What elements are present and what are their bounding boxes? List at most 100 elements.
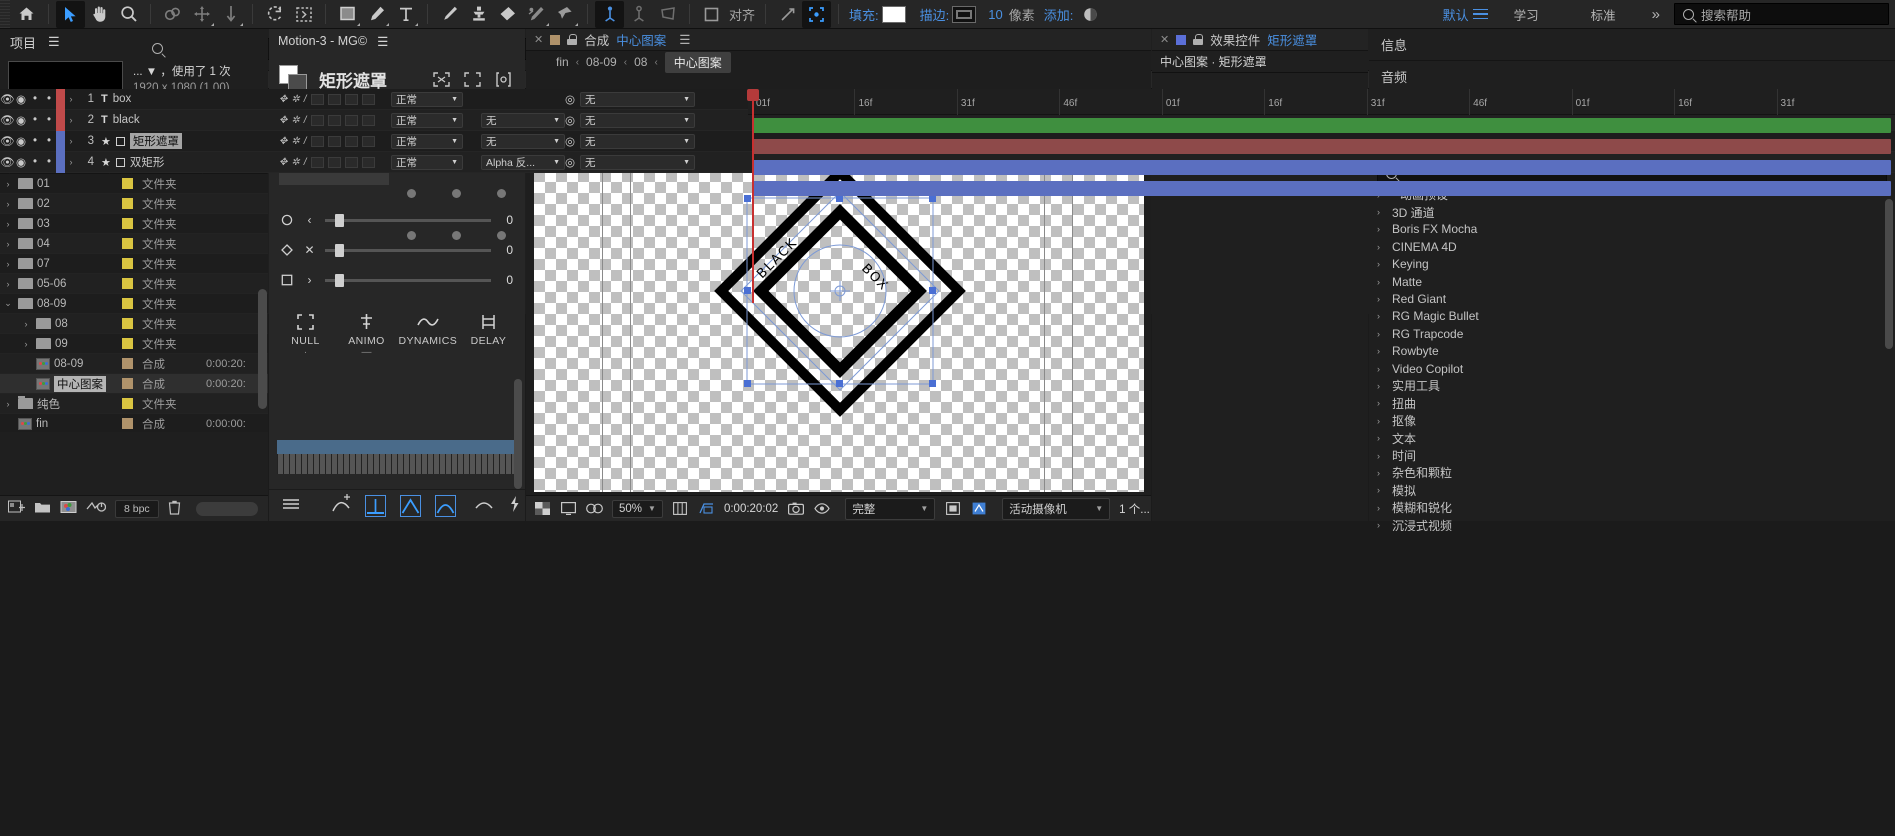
layer-lock-toggle[interactable]: •	[42, 156, 56, 168]
effects-preset-item[interactable]: › CINEMA 4D	[1369, 238, 1895, 255]
effects-preset-item[interactable]: › Rowbyte	[1369, 343, 1895, 360]
label-color-chip[interactable]	[122, 398, 133, 409]
layer-audio-toggle[interactable]: ◉	[14, 155, 28, 169]
camera-view-select[interactable]: 活动摄像机 ▼	[1002, 497, 1111, 520]
project-settings-icon[interactable]	[86, 500, 107, 517]
layer-visibility-toggle[interactable]: 👁	[0, 134, 15, 148]
layer-switches[interactable]: ✥ ✲ /	[279, 114, 391, 126]
motion-menu-icon[interactable]	[281, 497, 301, 514]
project-footer-slider[interactable]	[195, 501, 258, 516]
layer-parent[interactable]: ◎ 无 ▼	[565, 91, 695, 107]
home-icon[interactable]	[12, 1, 41, 28]
layer-lock-toggle[interactable]: •	[42, 114, 56, 126]
effects-preset-item[interactable]: › Boris FX Mocha	[1369, 221, 1895, 238]
disclosure-triangle[interactable]: ›	[20, 339, 32, 349]
layer-lock-toggle[interactable]: •	[42, 93, 56, 105]
workspace-default[interactable]: 默认	[1443, 5, 1469, 24]
effects-presets-list[interactable]: ›* 动画预设›3D 通道›Boris FX Mocha›CINEMA 4D›K…	[1369, 186, 1895, 531]
motion-null-button[interactable]: NULL ·	[277, 309, 335, 358]
comp-monitor-icon[interactable]	[560, 501, 577, 516]
close-icon[interactable]: ✕	[534, 33, 543, 46]
switch-cell[interactable]	[344, 93, 358, 105]
layer-name[interactable]: Tbox	[101, 93, 279, 105]
timeline-layer-bar[interactable]	[752, 118, 1891, 133]
project-item-list[interactable]: › 01 文件夹 › 02 文件夹 › 03 文件夹 › 04 文件夹 › 07 文件夹 › 05-06 文件夹 ⌄…	[0, 174, 268, 432]
switch-cell[interactable]	[344, 156, 358, 168]
collapse-transform-icon[interactable]: ✥	[279, 115, 287, 126]
disclosure-triangle[interactable]: ›	[2, 259, 14, 269]
camera-dolly-icon[interactable]	[653, 1, 682, 28]
switch-cell[interactable]	[361, 114, 375, 126]
project-item-row[interactable]: 08-09 合成 0:00:20:	[0, 354, 268, 374]
motion-panel-menu-icon[interactable]: ☰	[377, 34, 388, 49]
clone-stamp-tool-icon[interactable]	[464, 1, 493, 28]
layer-disclosure[interactable]: ›	[65, 115, 77, 125]
new-comp-icon[interactable]	[8, 500, 25, 517]
layer-switches[interactable]: ✥ ✲ /	[279, 156, 391, 168]
lightning-icon[interactable]	[508, 495, 521, 516]
new-composition-icon[interactable]	[60, 500, 77, 517]
add-dropdown-icon[interactable]	[1076, 1, 1105, 28]
layer-color-bar[interactable]	[56, 109, 65, 131]
align-square-icon[interactable]	[697, 1, 726, 28]
timeline-layer-bar[interactable]	[752, 160, 1891, 175]
pan-behind-tool-icon[interactable]	[187, 1, 216, 28]
ease-triangle-icon[interactable]	[400, 494, 421, 517]
disclosure-triangle[interactable]: ›	[2, 199, 14, 209]
snapshot-icon[interactable]	[787, 501, 804, 516]
views-count[interactable]: 1 个...	[1119, 501, 1150, 517]
target-icon[interactable]	[492, 69, 515, 89]
comp-mask-icon[interactable]	[586, 501, 603, 516]
anchor-point-tool-icon[interactable]	[216, 1, 245, 28]
layer-lock-toggle[interactable]: •	[42, 135, 56, 147]
rotation-tool-icon[interactable]	[158, 1, 187, 28]
effects-preset-item[interactable]: › 时间	[1369, 447, 1895, 464]
breadcrumb-item-0[interactable]: fin	[556, 55, 569, 69]
motion-timebar[interactable]	[277, 440, 517, 454]
label-color-chip[interactable]	[122, 418, 133, 429]
layer-visibility-toggle[interactable]: 👁	[0, 113, 15, 127]
layer-visibility-toggle[interactable]: 👁	[0, 155, 15, 169]
effects-preset-item[interactable]: › Video Copilot	[1369, 360, 1895, 377]
camera-orbit-icon[interactable]	[624, 1, 653, 28]
circle-icon[interactable]	[279, 213, 294, 228]
motion-slider-value[interactable]: 0	[499, 243, 513, 257]
motion-slider-value[interactable]: 0	[499, 273, 513, 287]
timeline-graph-area[interactable]: 01f 16f 31f 46f 01f 16f 31f 46f 01f 16f 31f	[747, 89, 1895, 303]
switch-cell[interactable]	[310, 93, 324, 105]
disclosure-triangle[interactable]: ›	[2, 219, 14, 229]
project-item-row[interactable]: › 07 文件夹	[0, 254, 268, 274]
layer-disclosure[interactable]: ›	[65, 157, 77, 167]
toolbar-grip[interactable]	[0, 0, 10, 29]
switch-cell[interactable]	[344, 135, 358, 147]
parent-pickwhip-icon[interactable]: ◎	[565, 92, 575, 106]
effects-preset-item[interactable]: › Keying	[1369, 256, 1895, 273]
breadcrumb-item-2[interactable]: 08	[634, 55, 647, 69]
disclosure-triangle[interactable]: ›	[2, 399, 14, 409]
switch-cell[interactable]	[310, 156, 324, 168]
workspace-menu-icon[interactable]	[1472, 8, 1488, 20]
fill-color-swatch[interactable]	[881, 5, 906, 23]
ease-linear-icon[interactable]	[365, 494, 386, 517]
quality-icon[interactable]: ✲	[291, 94, 299, 105]
timeline-layer-bar[interactable]	[752, 181, 1891, 196]
layer-parent[interactable]: ◎ 无 ▼	[565, 112, 695, 128]
expand-icon[interactable]	[430, 69, 453, 89]
lock-icon[interactable]	[567, 34, 578, 45]
disclosure-triangle[interactable]: ›	[2, 179, 14, 189]
color-depth-button[interactable]: 8 bpc	[115, 499, 159, 518]
breadcrumb-item-1[interactable]: 08-09	[586, 55, 617, 69]
quality-icon[interactable]: ✲	[291, 136, 299, 147]
label-color-chip[interactable]	[122, 278, 133, 289]
workspace-standard[interactable]: 标准	[1565, 5, 1642, 24]
disclosure-triangle[interactable]: ›	[20, 319, 32, 329]
label-color-chip[interactable]	[122, 238, 133, 249]
info-panel-header[interactable]: 信息	[1369, 29, 1895, 61]
parent-pickwhip-icon[interactable]: ◎	[565, 113, 575, 127]
label-color-chip[interactable]	[122, 258, 133, 269]
switch-cell[interactable]	[361, 93, 375, 105]
current-time-indicator[interactable]	[752, 89, 754, 303]
switch-cell[interactable]	[327, 93, 341, 105]
toggle-transparency-icon[interactable]	[534, 501, 551, 516]
grid-toggle-icon[interactable]	[672, 501, 689, 516]
